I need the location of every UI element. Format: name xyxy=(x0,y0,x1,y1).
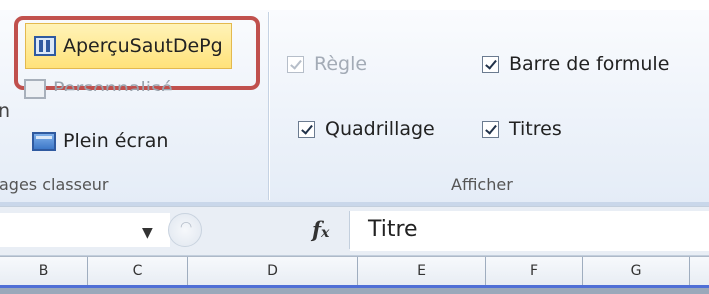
column-header-g[interactable]: G xyxy=(583,257,690,285)
group-separator xyxy=(268,12,269,200)
name-box-dropdown-icon[interactable]: ▼ xyxy=(142,225,153,241)
column-header-d[interactable]: D xyxy=(188,257,358,285)
ruler-checkbox[interactable]: Règle xyxy=(287,53,367,75)
gridlines-checkbox[interactable]: Quadrillage xyxy=(298,118,435,140)
full-screen-icon xyxy=(32,131,56,151)
full-screen-label: Plein écran xyxy=(63,130,169,152)
ribbon-top-edge xyxy=(0,0,709,10)
column-header-b[interactable]: B xyxy=(0,257,88,285)
gridlines-check-icon xyxy=(298,120,315,138)
headings-check-icon xyxy=(482,120,499,138)
formula-value: Titre xyxy=(368,217,418,242)
truncated-ribbon-item: n xyxy=(0,100,11,122)
ruler-check-icon xyxy=(287,55,304,73)
insert-function-icon[interactable]: fx xyxy=(312,217,329,242)
headings-label: Titres xyxy=(509,118,562,140)
formula-cancel-button[interactable]: ◠ xyxy=(168,213,202,247)
show-group-label: Afficher xyxy=(451,175,513,194)
gridlines-label: Quadrillage xyxy=(325,118,435,140)
name-box[interactable]: ▼ xyxy=(0,213,170,247)
headings-checkbox[interactable]: Titres xyxy=(482,118,562,140)
formula-bar-checkbox[interactable]: Barre de formule xyxy=(482,53,669,75)
full-screen-button[interactable]: Plein écran xyxy=(32,130,168,152)
formula-input[interactable]: Titre xyxy=(350,211,709,251)
cancel-glyph-icon: ◠ xyxy=(180,219,193,235)
formula-bar-check-icon xyxy=(482,55,499,73)
ribbon: n AperçuSautDePg Personnalisé Plein écra… xyxy=(0,0,709,206)
custom-views-button[interactable]: Personnalisé xyxy=(24,78,173,100)
workbook-views-group-label: ages classeur xyxy=(0,175,109,194)
column-header-e[interactable]: E xyxy=(358,257,486,285)
formula-bar: ▼ ◠ fx Titre xyxy=(0,206,709,256)
first-row-cells xyxy=(0,288,709,294)
custom-views-icon xyxy=(24,79,46,99)
column-header-c[interactable]: C xyxy=(88,257,188,285)
custom-views-label: Personnalisé xyxy=(53,78,173,100)
ruler-label: Règle xyxy=(314,53,368,75)
column-headers: B C D E F G xyxy=(0,256,709,294)
column-header-f[interactable]: F xyxy=(486,257,583,285)
formula-bar-label: Barre de formule xyxy=(509,53,670,75)
